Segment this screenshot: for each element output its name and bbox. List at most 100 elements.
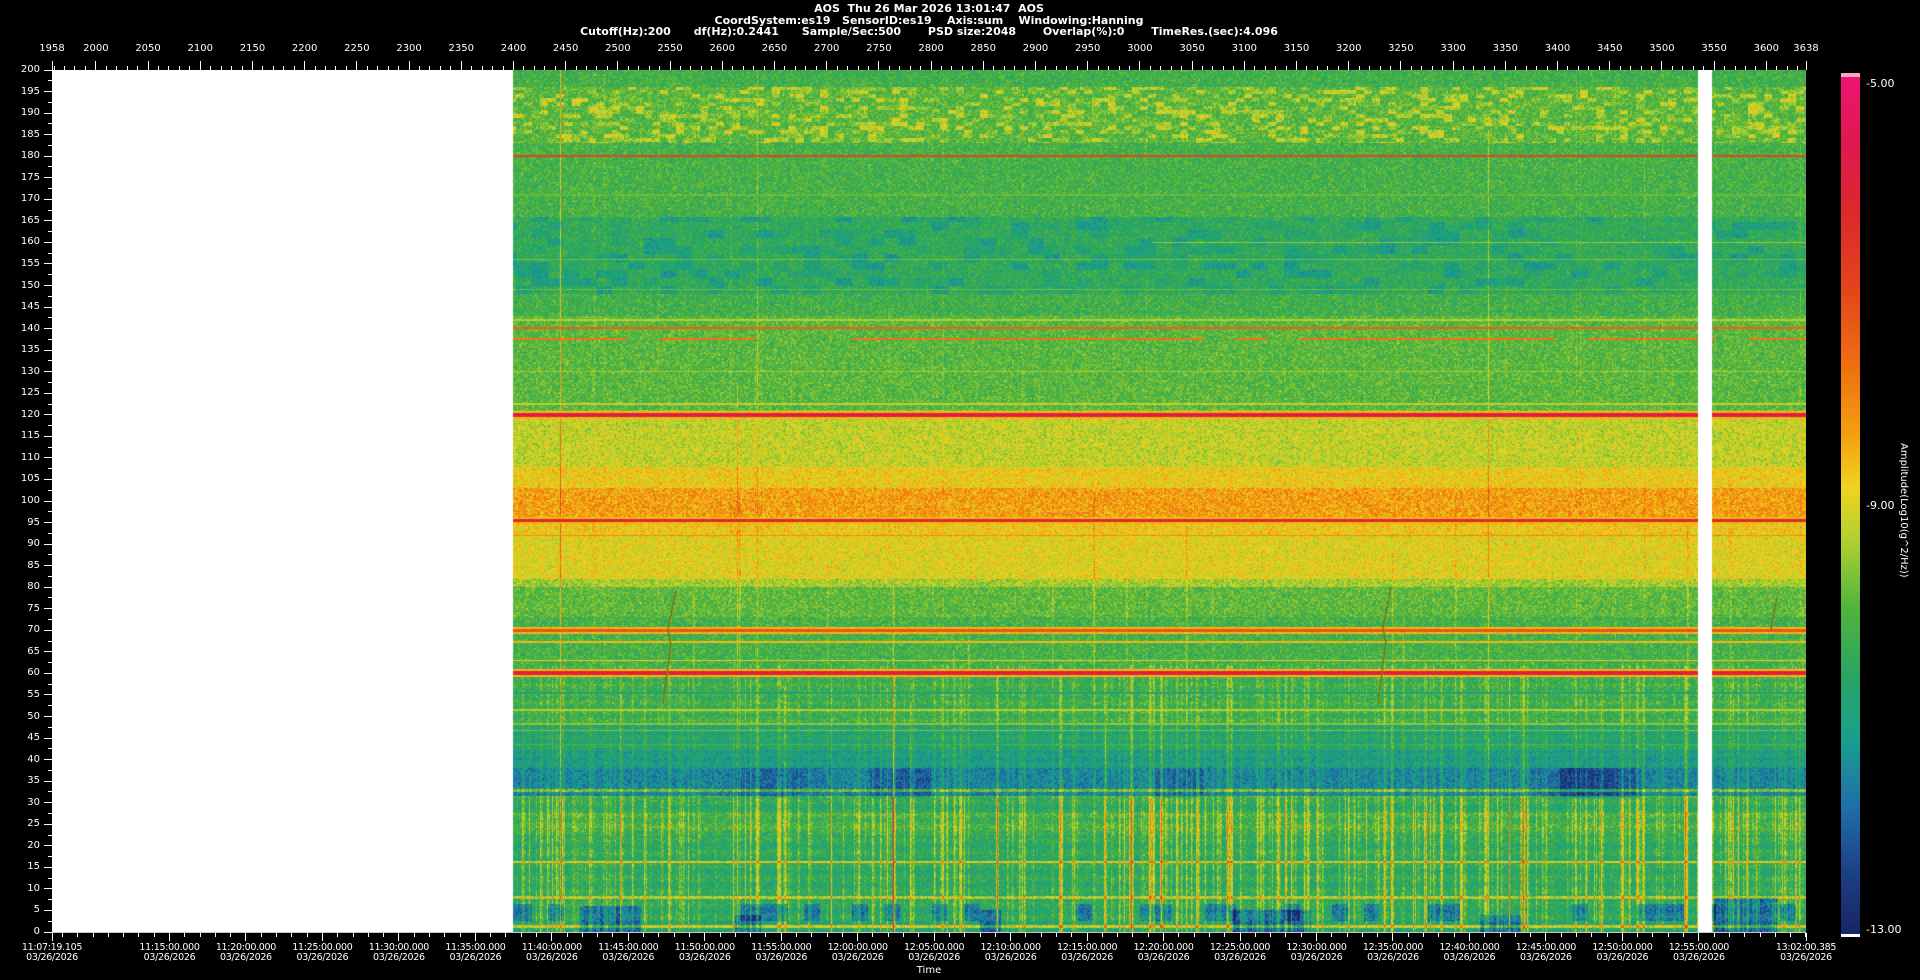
top-axis-major-tick: [1087, 61, 1089, 70]
time-axis-tick-label: 11:07:19.105 03/26/2026: [0, 943, 107, 963]
top-axis-tick-label: 3250: [1388, 43, 1414, 54]
left-axis-tick-label: 195: [20, 85, 40, 97]
left-axis-tick-label: 165: [20, 214, 40, 226]
plot-baseline: [52, 932, 1806, 933]
time-axis-minor-tick: [1300, 933, 1302, 937]
top-axis-major-tick: [1452, 61, 1454, 70]
time-axis-minor-tick: [903, 933, 905, 937]
left-axis-tick-label: 95: [27, 516, 40, 528]
left-axis-tick-label: 190: [20, 107, 40, 119]
date-label: 03/26/2026: [26, 952, 78, 963]
time-axis-minor-tick: [184, 933, 186, 937]
top-axis-major-tick: [1609, 61, 1611, 70]
left-axis-tick-label: 125: [20, 387, 40, 399]
time-axis-minor-tick: [1683, 933, 1685, 937]
left-axis-major-tick: [44, 651, 52, 653]
top-axis-tick-label: 3000: [1127, 43, 1153, 54]
time-axis-minor-tick: [1254, 933, 1256, 937]
left-axis-major-tick: [44, 845, 52, 847]
left-axis-major-tick: [44, 888, 52, 890]
time-axis-minor-tick: [964, 933, 966, 937]
left-axis-major-tick: [44, 478, 52, 480]
time-axis-minor-tick: [1377, 933, 1379, 937]
left-axis-major-tick: [44, 629, 52, 631]
top-axis-major-tick: [460, 61, 462, 70]
time-axis-minor-tick: [1698, 933, 1700, 937]
left-axis-major-tick: [44, 155, 52, 157]
time-axis-minor-tick: [107, 933, 109, 937]
time-axis-minor-tick: [61, 933, 63, 937]
left-axis-major-tick: [44, 672, 52, 674]
left-axis-major-tick: [44, 823, 52, 825]
top-axis-tick-label: 2300: [396, 43, 422, 54]
left-axis-tick-label: 130: [20, 365, 40, 377]
spectrogram-canvas[interactable]: [52, 70, 1806, 932]
time-axis-minor-tick: [811, 933, 813, 937]
time-axis-minor-tick: [826, 933, 828, 937]
left-axis-major-tick: [44, 694, 52, 696]
left-axis-tick-label: 10: [27, 882, 40, 894]
time-axis-minor-tick: [1117, 933, 1119, 937]
time-axis-minor-tick: [1805, 933, 1807, 937]
top-axis-tick-label: 3550: [1701, 43, 1727, 54]
time-axis-minor-tick: [1790, 933, 1792, 937]
left-axis-major-tick: [44, 780, 52, 782]
left-axis-major-tick: [44, 198, 52, 200]
left-axis-tick-label: 30: [27, 796, 40, 808]
time-axis-minor-tick: [168, 933, 170, 937]
time-axis-minor-tick: [887, 933, 889, 937]
date-label: 03/26/2026: [1780, 952, 1832, 963]
left-axis-tick-label: 85: [27, 559, 40, 571]
time-axis-minor-tick: [536, 933, 538, 937]
left-axis-tick-label: 80: [27, 581, 40, 593]
time-axis-minor-tick: [857, 933, 859, 937]
top-axis-major-tick: [1504, 61, 1506, 70]
left-axis-major-tick: [44, 91, 52, 93]
time-axis-minor-tick: [1086, 933, 1088, 937]
top-axis-tick-label: 2150: [239, 43, 266, 54]
left-axis-tick-label: 150: [20, 279, 40, 291]
time-axis-minor-tick: [1407, 933, 1409, 937]
time-axis-minor-tick: [520, 933, 522, 937]
left-axis-major-tick: [44, 69, 52, 71]
time-axis-minor-tick: [1239, 933, 1241, 937]
time-axis-tick-label: 12:55:00.000 03/26/2026: [1644, 943, 1754, 963]
time-axis-minor-tick: [750, 933, 752, 937]
top-axis-major-tick: [1557, 61, 1559, 70]
left-axis-major-tick: [44, 586, 52, 588]
top-axis-major-tick: [251, 61, 253, 70]
time-axis-minor-tick: [612, 933, 614, 937]
time-axis-minor-tick: [581, 933, 583, 937]
time-axis-minor-tick: [1545, 933, 1547, 937]
left-axis-tick-label: 60: [27, 667, 40, 679]
left-axis-tick-label: 115: [20, 430, 40, 442]
left-axis-tick-label: 200: [20, 64, 40, 75]
time-axis-minor-tick: [1560, 933, 1562, 937]
time-axis-minor-tick: [979, 933, 981, 937]
top-axis-tick-label: 2900: [1022, 43, 1049, 54]
time-axis-minor-tick: [918, 933, 920, 937]
time-axis-minor-tick: [1147, 933, 1149, 937]
top-axis-tick-label: 3150: [1283, 43, 1310, 54]
time-axis-minor-tick: [1346, 933, 1348, 937]
top-axis-major-tick: [617, 61, 619, 70]
time-axis-minor-tick: [1667, 933, 1669, 937]
time-axis-minor-tick: [1637, 933, 1639, 937]
left-axis-tick-label: 25: [27, 818, 40, 830]
time-axis-major-tick: [51, 933, 53, 941]
left-axis-major-tick: [44, 543, 52, 545]
left-axis-major-tick: [44, 371, 52, 373]
header-title: AOS Thu 26 Mar 2026 13:01:47 AOS: [814, 2, 1044, 15]
time-axis-minor-tick: [1025, 933, 1027, 937]
time-axis-minor-tick: [123, 933, 125, 937]
left-axis-major-tick: [44, 608, 52, 610]
left-axis-tick-label: 90: [27, 538, 40, 550]
time-axis-minor-tick: [474, 933, 476, 937]
top-axis-tick-label: 2000: [83, 43, 109, 54]
left-axis-tick-label: 180: [20, 150, 40, 162]
left-axis-tick-label: 105: [20, 473, 40, 485]
top-axis-tick-label: 2650: [761, 43, 788, 54]
time-axis-title: Time: [916, 965, 942, 976]
top-axis-major-tick: [1139, 61, 1141, 70]
time-axis-minor-tick: [77, 933, 79, 937]
